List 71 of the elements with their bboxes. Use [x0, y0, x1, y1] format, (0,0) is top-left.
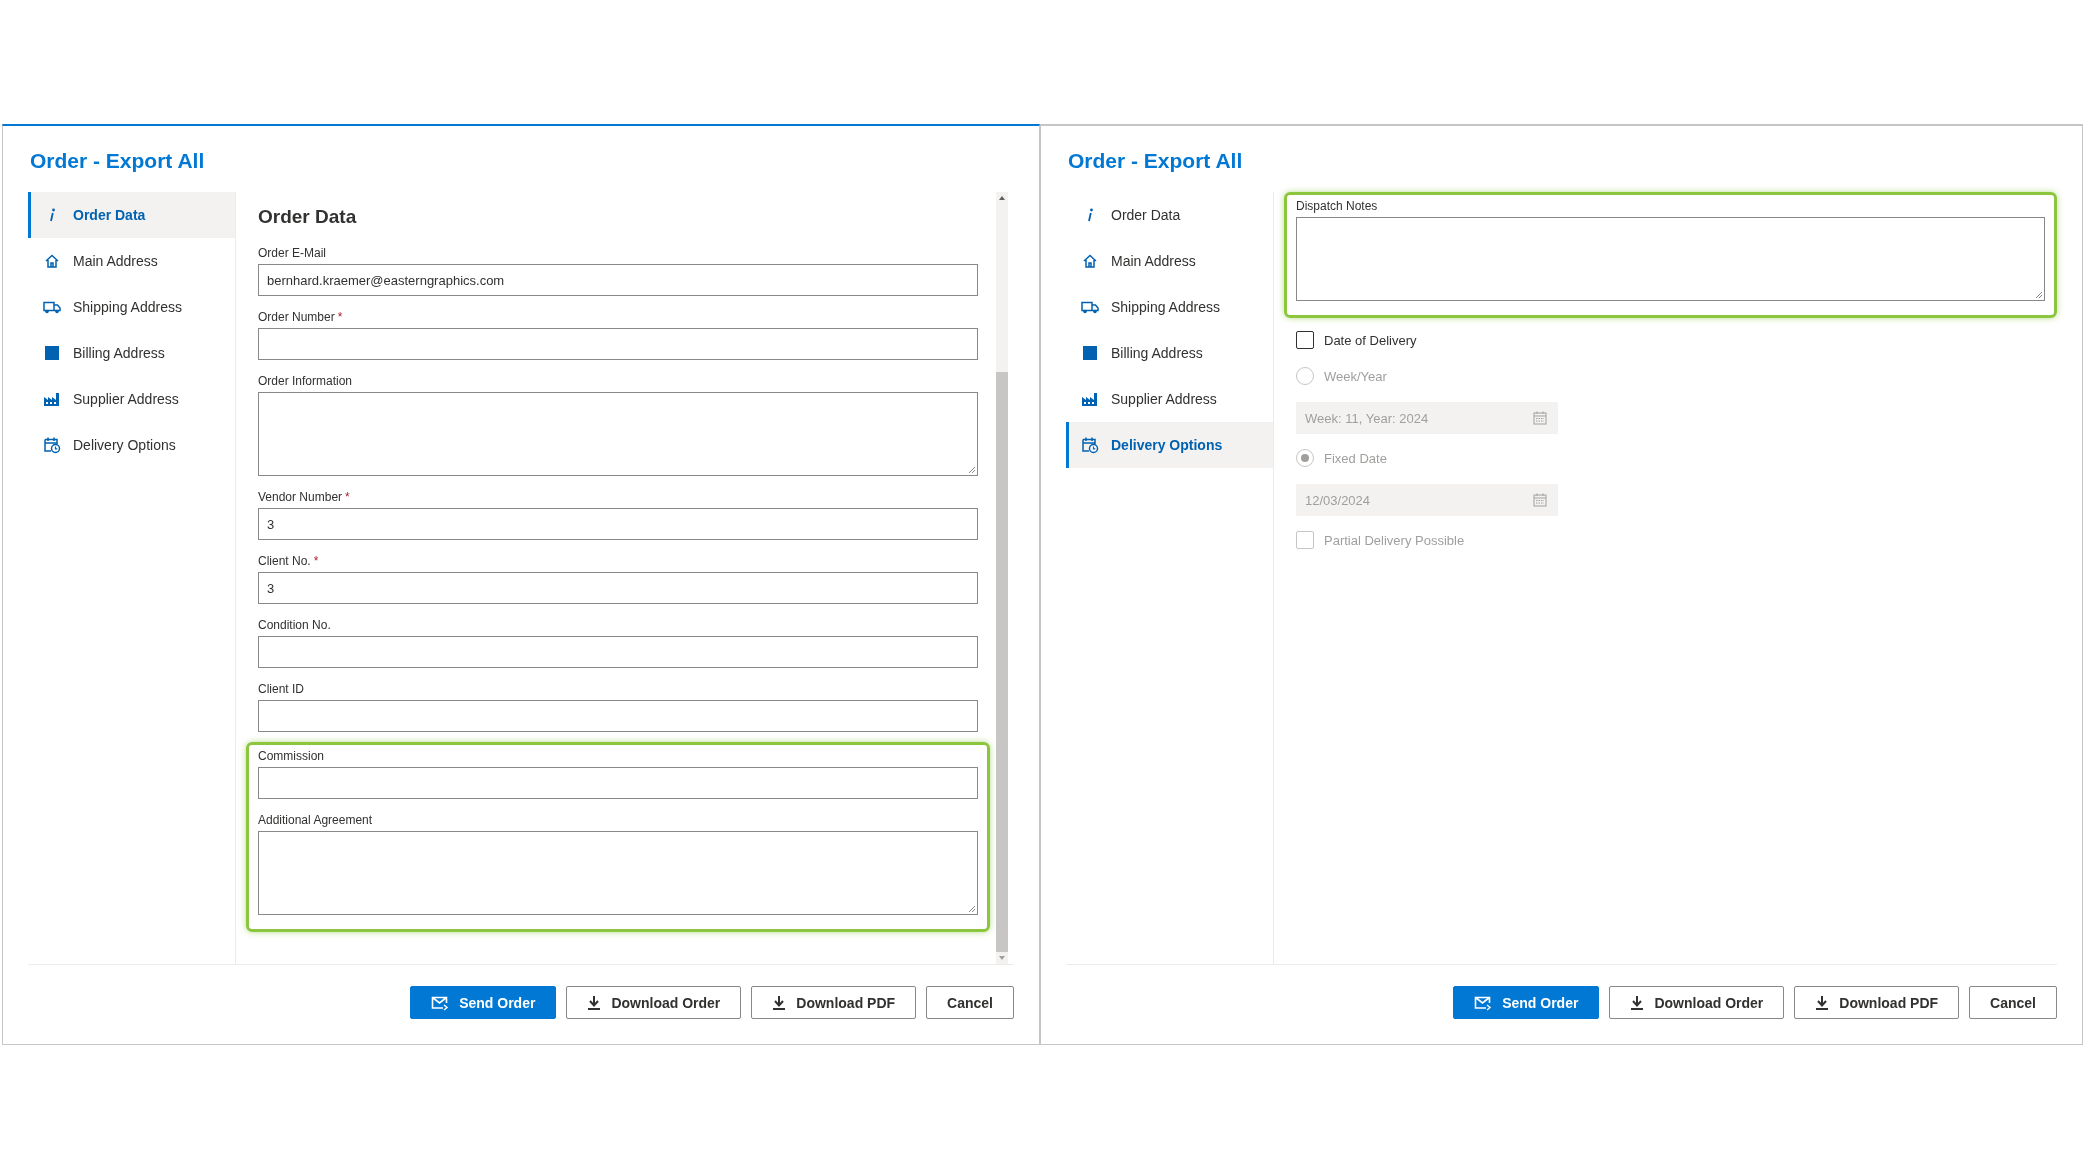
field-label: Client ID — [258, 682, 305, 696]
text-area[interactable] — [258, 392, 978, 476]
field-label: Vendor Number * — [258, 490, 351, 504]
input-field[interactable] — [258, 700, 978, 732]
checkbox-label: Date of Delivery — [1324, 332, 1417, 348]
sidebar-item[interactable]: Delivery Options — [1066, 422, 1273, 468]
field-label: Client No. * — [258, 554, 320, 568]
mail-icon — [1474, 994, 1493, 1011]
sidebar-item[interactable]: Billing Address — [1066, 330, 1273, 376]
field-label: Additional Agreement — [258, 813, 374, 827]
resize-grip-icon[interactable] — [2035, 291, 2043, 299]
download-icon — [587, 994, 602, 1011]
checkbox[interactable] — [1296, 331, 1314, 349]
input-field[interactable] — [258, 636, 978, 668]
text-area[interactable] — [258, 831, 978, 915]
sidebar-item[interactable]: Order Data — [28, 192, 235, 238]
sidebar-item[interactable]: Supplier Address — [1066, 376, 1273, 422]
factory-icon — [1081, 391, 1099, 407]
field-label: Order Number * — [258, 310, 344, 324]
dialog-title: Order - Export All — [1067, 148, 1244, 174]
cancel-button[interactable]: Cancel — [1969, 986, 2057, 1019]
mail-icon — [431, 994, 450, 1011]
sidebar-item[interactable]: Supplier Address — [28, 376, 235, 422]
scrollbar[interactable] — [996, 192, 1008, 964]
input-field[interactable] — [258, 328, 978, 360]
download-icon — [1815, 994, 1830, 1011]
checkbox-label: Partial Delivery Possible — [1324, 532, 1465, 548]
text-area[interactable] — [1296, 217, 2045, 301]
truck-icon — [1081, 299, 1099, 315]
send-button[interactable]: Send Order — [1453, 986, 1600, 1019]
input-field[interactable]: 3 — [258, 572, 978, 604]
field-label: Order Information — [258, 374, 354, 388]
send-button[interactable]: Send Order — [410, 986, 557, 1019]
download-button[interactable]: Download Order — [566, 986, 742, 1019]
home-icon — [44, 253, 60, 269]
sidebar-item[interactable]: Delivery Options — [28, 422, 235, 468]
square-icon — [44, 345, 60, 361]
factory-icon — [43, 391, 61, 407]
download-button[interactable]: Download Order — [1609, 986, 1785, 1019]
calendar-clock-icon — [43, 436, 61, 454]
calendar-icon — [1533, 411, 1547, 425]
section-heading: Order Data — [258, 206, 358, 228]
input-field[interactable]: bernhard.kraemer@easterngraphics.com — [258, 264, 978, 296]
sidebar-item[interactable]: Shipping Address — [1066, 284, 1273, 330]
field-label: Commission — [258, 749, 325, 763]
sidebar-item[interactable]: Main Address — [28, 238, 235, 284]
calendar-clock-icon — [1081, 436, 1099, 454]
radio-label: Fixed Date — [1324, 450, 1387, 466]
download-button[interactable]: Download PDF — [1794, 986, 1960, 1019]
sidebar-item[interactable]: Main Address — [1066, 238, 1273, 284]
scrollbar-thumb[interactable] — [996, 372, 1008, 952]
sidebar-item[interactable]: Billing Address — [28, 330, 235, 376]
download-icon — [772, 994, 787, 1011]
field-label: Dispatch Notes — [1296, 199, 1379, 213]
field-label: Order E-Mail — [258, 246, 327, 260]
square-icon — [1082, 345, 1098, 361]
home-icon — [1082, 253, 1098, 269]
truck-icon — [43, 299, 61, 315]
resize-grip-icon[interactable] — [968, 905, 976, 913]
sidebar-item[interactable]: Order Data — [1066, 192, 1273, 238]
dialog-title: Order - Export All — [29, 148, 206, 174]
input-field[interactable] — [258, 767, 978, 799]
download-icon — [1630, 994, 1645, 1011]
sidebar-item[interactable]: Shipping Address — [28, 284, 235, 330]
resize-grip-icon[interactable] — [968, 466, 976, 474]
input-field[interactable]: 3 — [258, 508, 978, 540]
field-label: Condition No. — [258, 618, 332, 632]
cancel-button[interactable]: Cancel — [926, 986, 1014, 1019]
calendar-icon — [1533, 493, 1547, 507]
download-button[interactable]: Download PDF — [751, 986, 917, 1019]
radio-label: Week/Year — [1324, 368, 1387, 384]
